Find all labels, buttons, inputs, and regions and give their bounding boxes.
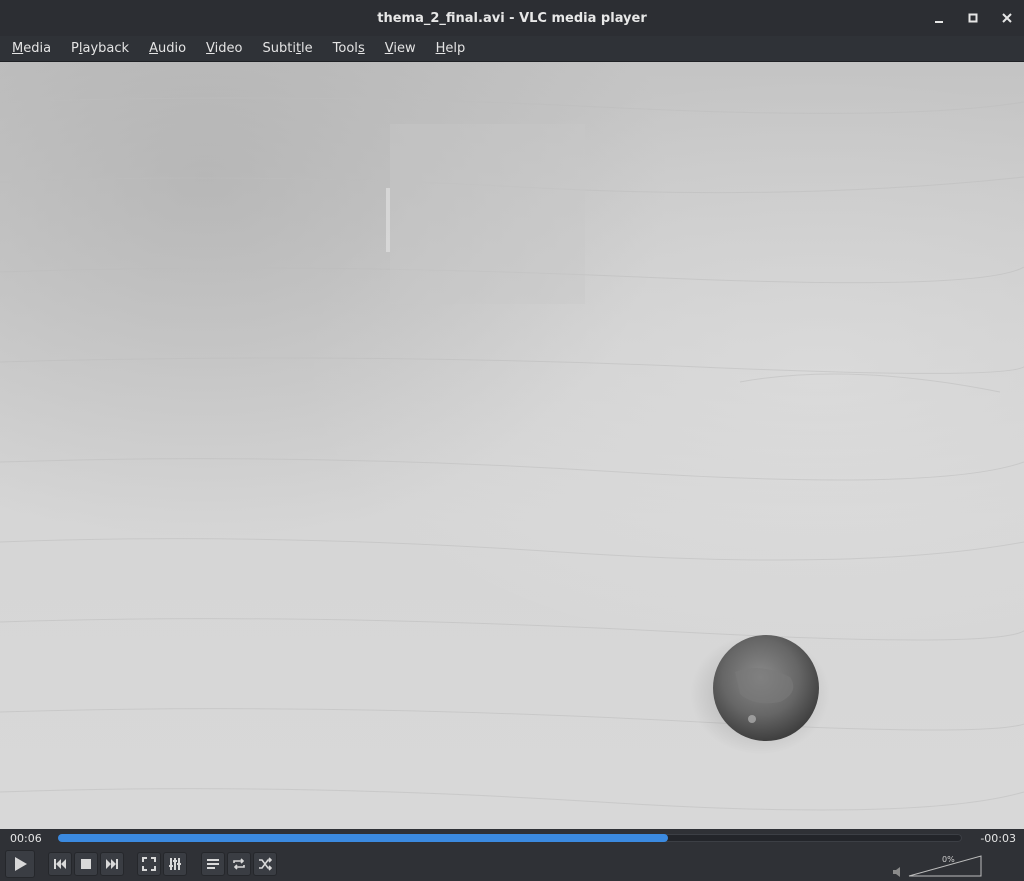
stop-icon [81,859,91,869]
menu-view[interactable]: View [377,36,424,62]
speaker-icon[interactable] [892,866,904,878]
menu-audio[interactable]: Audio [141,36,194,62]
extended-settings-button[interactable] [163,852,187,876]
maximize-button[interactable] [956,0,990,36]
loop-button[interactable] [227,852,251,876]
seek-slider[interactable] [58,834,962,842]
random-button[interactable] [253,852,277,876]
loop-icon [233,858,245,870]
volume-control: 0% [893,853,1004,879]
previous-button[interactable] [48,852,72,876]
menu-media[interactable]: Media [4,36,59,62]
maximize-icon [968,13,978,23]
close-button[interactable] [990,0,1024,36]
remaining-time[interactable]: -00:03 [980,832,1016,845]
elapsed-time[interactable]: 00:06 [10,832,42,845]
menu-help[interactable]: Help [428,36,474,62]
next-button[interactable] [100,852,124,876]
playlist-button[interactable] [201,852,225,876]
seek-row: 00:06 -00:03 [0,829,1024,847]
volume-slider[interactable] [908,855,984,877]
menu-playback[interactable]: Playback [63,36,137,62]
fullscreen-button[interactable] [137,852,161,876]
next-icon [106,859,118,869]
window-title: thema_2_final.avi - VLC media player [377,10,647,26]
video-display[interactable] [0,62,1024,829]
close-icon [1002,13,1012,23]
minimize-button[interactable] [922,0,956,36]
previous-icon [54,859,66,869]
controls-bar: 0% [0,847,1024,881]
menu-tools[interactable]: Tools [325,36,373,62]
seek-progress [58,834,669,842]
menu-bar: Media Playback Audio Video Subtitle Tool… [0,36,1024,62]
play-button[interactable] [5,850,35,878]
minimize-icon [935,21,943,23]
menu-video[interactable]: Video [198,36,250,62]
video-frame-image [0,97,1024,811]
menu-subtitle[interactable]: Subtitle [254,36,320,62]
playlist-icon [207,859,219,869]
title-bar: thema_2_final.avi - VLC media player [0,0,1024,36]
equalizer-icon [169,858,181,870]
window-controls [922,0,1024,36]
fullscreen-icon [142,857,156,871]
stop-button[interactable] [74,852,98,876]
shuffle-icon [259,857,272,871]
play-icon [15,857,27,871]
